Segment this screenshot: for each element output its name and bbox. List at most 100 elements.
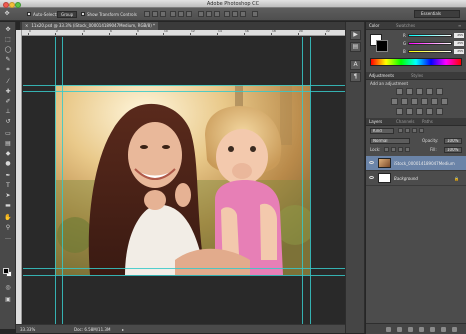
b-slider[interactable] (408, 50, 452, 53)
eyedropper-tool-icon[interactable]: ⁄ (4, 78, 12, 86)
align-bottom-icon[interactable] (160, 11, 166, 17)
black-white-icon[interactable] (411, 98, 418, 105)
auto-select-checkbox[interactable] (27, 12, 31, 16)
gradient-tool-icon[interactable]: ▤ (4, 140, 12, 148)
vibrance-icon[interactable] (436, 88, 443, 95)
vertical-ruler[interactable] (16, 30, 22, 324)
align-right-icon[interactable] (186, 11, 192, 17)
blur-tool-icon[interactable]: ◆ (4, 150, 12, 158)
guide-line[interactable] (23, 268, 345, 269)
foreground-color-swatch[interactable] (3, 268, 9, 274)
new-adjustment-layer-icon[interactable] (419, 327, 424, 332)
move-tool-icon[interactable]: ✥ (4, 26, 12, 34)
filter-type-icon[interactable] (412, 128, 417, 133)
selective-color-icon[interactable] (436, 108, 443, 115)
auto-align-icon[interactable] (252, 11, 258, 17)
guide-line[interactable] (302, 37, 303, 324)
filter-shape-icon[interactable] (419, 128, 424, 133)
show-transform-checkbox[interactable] (81, 12, 85, 16)
document-tab[interactable]: × 11x20.psd @ 33.3% (iStock_000014189047M… (22, 22, 159, 30)
threshold-icon[interactable] (416, 108, 423, 115)
horizontal-ruler[interactable]: 0 2 4 6 8 10 12 14 16 18 20 22 (20, 30, 345, 36)
document-canvas[interactable] (55, 85, 310, 275)
layer-kind-filter[interactable]: Kind (370, 128, 394, 134)
dodge-tool-icon[interactable]: ● (4, 160, 12, 168)
lock-all-icon[interactable] (405, 147, 410, 152)
tab-paths[interactable]: Paths (422, 119, 433, 124)
move-tool-preset-icon[interactable]: ✥ (3, 10, 11, 18)
extra-tools-icon[interactable]: … (4, 234, 12, 242)
curves-icon[interactable] (416, 88, 423, 95)
delete-layer-icon[interactable] (452, 327, 457, 332)
r-slider[interactable] (408, 34, 452, 37)
color-balance-icon[interactable] (401, 98, 408, 105)
align-hcenter-icon[interactable] (178, 11, 184, 17)
type-tool-icon[interactable]: T (4, 182, 12, 190)
character-panel-icon[interactable]: A (350, 60, 361, 70)
guide-line[interactable] (23, 85, 345, 86)
filter-adjustment-icon[interactable] (405, 128, 410, 133)
lock-transparent-icon[interactable] (384, 147, 389, 152)
clone-stamp-tool-icon[interactable]: ⊥ (4, 108, 12, 116)
gradient-map-icon[interactable] (426, 108, 433, 115)
brush-tool-icon[interactable]: ✐ (4, 98, 12, 106)
invert-icon[interactable] (396, 108, 403, 115)
lock-position-icon[interactable] (398, 147, 403, 152)
tab-styles[interactable]: Styles (411, 73, 423, 78)
layer-row[interactable]: Background 🔒 (366, 171, 466, 186)
posterize-icon[interactable] (406, 108, 413, 115)
g-slider[interactable] (408, 42, 452, 45)
layer-row[interactable]: iStock_000014189047Medium (366, 156, 466, 171)
tab-channels[interactable]: Channels (396, 119, 415, 124)
channel-mixer-icon[interactable] (431, 98, 438, 105)
exposure-icon[interactable] (426, 88, 433, 95)
history-brush-tool-icon[interactable]: ↺ (4, 118, 12, 126)
guide-line[interactable] (310, 37, 311, 324)
quick-select-tool-icon[interactable]: ✎ (4, 56, 12, 64)
rectangle-tool-icon[interactable]: ▬ (4, 202, 12, 210)
color-background-swatch[interactable] (376, 40, 388, 52)
crop-tool-icon[interactable]: ⌗ (4, 66, 12, 74)
link-layers-icon[interactable] (386, 327, 391, 332)
close-tab-icon[interactable]: × (25, 23, 28, 28)
paragraph-panel-icon[interactable]: ¶ (350, 72, 361, 82)
visibility-eye-icon[interactable] (369, 161, 374, 164)
b-value-field[interactable]: 255 (454, 49, 464, 54)
tab-layers[interactable]: Layers (369, 119, 382, 124)
tab-adjustments[interactable]: Adjustments (369, 73, 394, 78)
guide-line[interactable] (23, 91, 345, 92)
levels-icon[interactable] (406, 88, 413, 95)
brightness-contrast-icon[interactable] (396, 88, 403, 95)
color-lookup-icon[interactable] (441, 98, 448, 105)
status-menu-arrow-icon[interactable]: ▸ (122, 327, 124, 332)
hand-tool-icon[interactable]: ✋ (4, 214, 12, 222)
guide-line[interactable] (62, 37, 63, 324)
color-spectrum-bar[interactable] (370, 58, 462, 66)
healing-brush-tool-icon[interactable]: ✚ (4, 88, 12, 96)
distribute-bottom-icon[interactable] (214, 11, 220, 17)
fill-field[interactable]: 100% (444, 147, 462, 153)
eraser-tool-icon[interactable]: ▭ (4, 130, 12, 138)
align-vcenter-icon[interactable] (152, 11, 158, 17)
guide-line[interactable] (55, 37, 56, 324)
pen-tool-icon[interactable]: ✒ (4, 172, 12, 180)
lock-pixels-icon[interactable] (391, 147, 396, 152)
tab-swatches[interactable]: Swatches (396, 23, 415, 28)
blend-mode-dropdown[interactable]: Normal (370, 138, 410, 144)
align-top-icon[interactable] (144, 11, 150, 17)
distribute-hcenter-icon[interactable] (232, 11, 238, 17)
marquee-tool-icon[interactable]: ⬚ (4, 36, 12, 44)
distribute-left-icon[interactable] (224, 11, 230, 17)
filter-pixel-icon[interactable] (398, 128, 403, 133)
workspace-switcher[interactable]: Essentials (414, 10, 460, 18)
layer-name[interactable]: Background (394, 176, 418, 181)
layer-name[interactable]: iStock_000014189047Medium (394, 161, 455, 166)
r-value-field[interactable]: 255 (454, 33, 464, 38)
photo-filter-icon[interactable] (421, 98, 428, 105)
opacity-field[interactable]: 100% (444, 138, 462, 144)
path-selection-tool-icon[interactable]: ➤ (4, 192, 12, 200)
distribute-right-icon[interactable] (240, 11, 246, 17)
play-actions-icon[interactable]: ▶ (350, 30, 361, 40)
new-layer-icon[interactable] (441, 327, 446, 332)
auto-select-dropdown[interactable]: Group (57, 11, 78, 18)
